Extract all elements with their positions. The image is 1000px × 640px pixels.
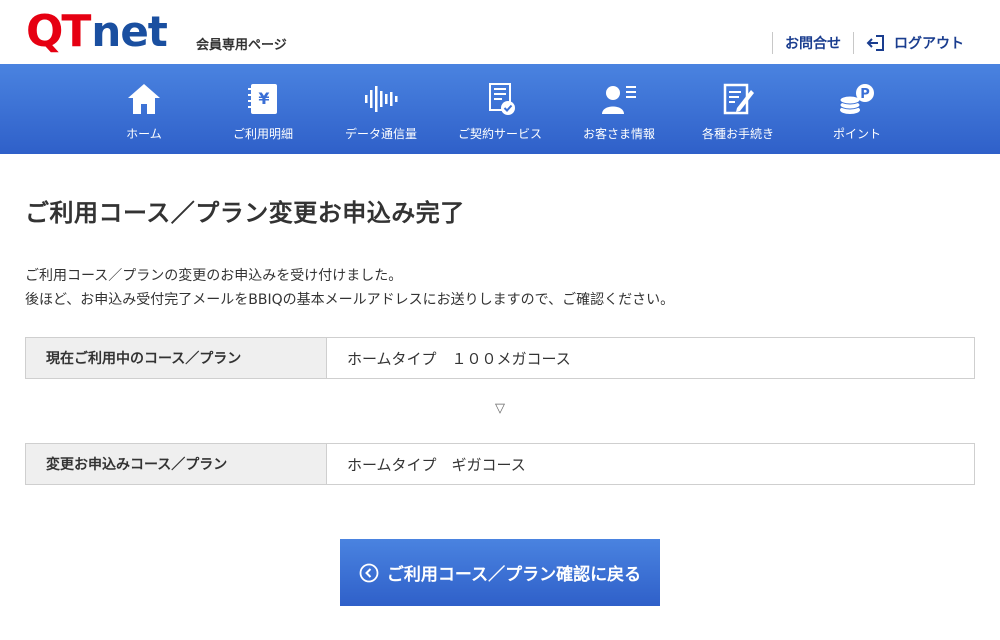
- completion-message: ご利用コース／プランの変更のお申込みを受け付けました。 後ほど、お申込み受付完了…: [25, 264, 674, 312]
- nav-item-data-usage[interactable]: データ通信量: [321, 64, 441, 154]
- back-button-label: ご利用コース／プラン確認に戻る: [386, 565, 642, 585]
- logo-t: T: [61, 6, 91, 57]
- nav-label-procedures: 各種お手続き: [701, 127, 774, 141]
- svg-text:P: P: [860, 87, 870, 102]
- page-title: ご利用コース／プラン変更お申込み完了: [25, 199, 465, 227]
- contact-link-label: お問合せ: [785, 36, 841, 52]
- message-line: 後ほど、お申込み受付完了メールをBBIQの基本メールアドレスにお送りしますので、…: [25, 292, 675, 308]
- sound-wave-icon: [365, 86, 398, 112]
- coins-point-icon: P: [839, 84, 874, 114]
- current-plan-label: 現在ご利用中のコース／プラン: [26, 338, 327, 378]
- nav-item-points[interactable]: P ポイント: [797, 64, 917, 154]
- nav-item-procedures[interactable]: 各種お手続き: [678, 64, 798, 154]
- qtnet-logo[interactable]: Q T net: [26, 6, 168, 57]
- nav-label-data-usage: データ通信量: [344, 127, 417, 141]
- nav-label-billing: ご利用明細: [232, 127, 293, 141]
- nav-item-customer-info[interactable]: お客さま情報: [559, 64, 679, 154]
- current-plan-row: 現在ご利用中のコース／プラン ホームタイプ １００メガコース: [25, 337, 975, 379]
- logout-link-label: ログアウト: [894, 36, 964, 52]
- header: Q T net 会員専用ページ お問合せ ログアウト: [0, 0, 1000, 64]
- logo-net: net: [91, 7, 167, 56]
- header-links: お問合せ ログアウト: [772, 32, 976, 54]
- contract-document-icon: [489, 83, 515, 115]
- down-arrow-icon: ▽: [495, 401, 505, 416]
- message-line: ご利用コース／プランの変更のお申込みを受け付けました。: [25, 268, 403, 284]
- nav-label-home: ホーム: [126, 127, 162, 141]
- billing-statement-icon: ¥: [248, 84, 277, 114]
- new-plan-value: ホームタイプ ギガコース: [347, 455, 526, 474]
- svg-text:¥: ¥: [258, 89, 269, 108]
- circle-chevron-left-icon: [359, 563, 379, 582]
- contact-link[interactable]: お問合せ: [773, 33, 853, 53]
- logout-icon: [866, 35, 884, 51]
- nav-label-contract: ご契約サービス: [457, 127, 542, 141]
- nav-item-home[interactable]: ホーム: [84, 64, 204, 154]
- global-nav: ホーム ¥ ご利用明細 データ通信量 ご契約サービス お客さま情報 各種お手続き…: [0, 64, 1000, 154]
- nav-label-points: ポイント: [832, 127, 881, 141]
- current-plan-value: ホームタイプ １００メガコース: [347, 349, 571, 368]
- home-icon: [128, 84, 160, 114]
- logo-q: Q: [26, 6, 63, 57]
- nav-item-billing[interactable]: ¥ ご利用明細: [203, 64, 323, 154]
- customer-profile-icon: [602, 86, 636, 114]
- back-to-plan-confirm-button[interactable]: ご利用コース／プラン確認に戻る: [340, 539, 660, 606]
- nav-item-contract[interactable]: ご契約サービス: [440, 64, 560, 154]
- member-page-label: 会員専用ページ: [196, 38, 287, 53]
- edit-document-icon: [723, 83, 754, 115]
- nav-label-customer-info: お客さま情報: [582, 127, 655, 141]
- new-plan-row: 変更お申込みコース／プラン ホームタイプ ギガコース: [25, 443, 975, 485]
- logout-link[interactable]: ログアウト: [854, 33, 976, 53]
- new-plan-label: 変更お申込みコース／プラン: [26, 444, 327, 484]
